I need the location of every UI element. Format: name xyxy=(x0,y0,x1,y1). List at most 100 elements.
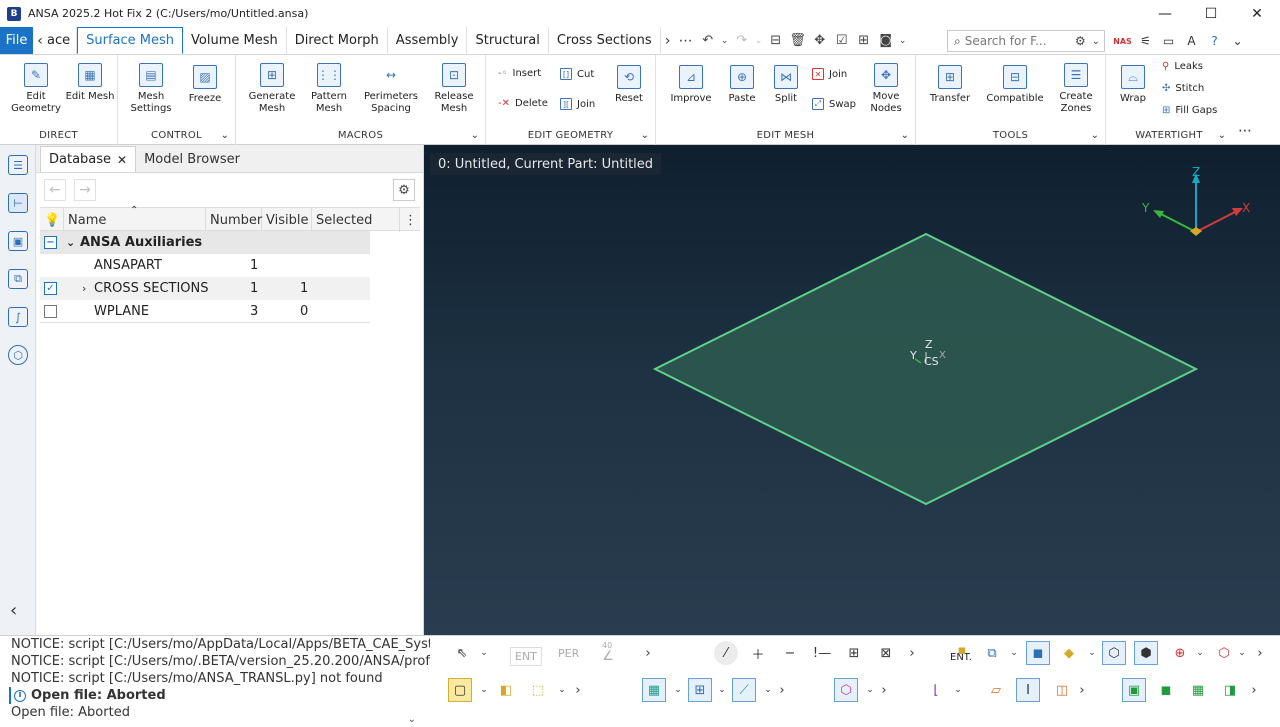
tabs-scroll-right-icon[interactable]: › xyxy=(663,33,673,49)
cut-plane-dropdown-icon[interactable]: ⌄ xyxy=(1188,641,1212,665)
tab-structural[interactable]: Structural xyxy=(467,27,549,54)
back-arrow-icon[interactable]: ← xyxy=(44,179,66,201)
remove-icon[interactable]: − xyxy=(778,641,802,665)
reset-button[interactable]: ⟲ Reset xyxy=(601,65,657,105)
tab-surface-mesh[interactable]: Surface Mesh xyxy=(77,27,184,54)
improve-button[interactable]: ⊿ Improve xyxy=(663,65,719,105)
hexagon-tool-icon[interactable]: ⬡ xyxy=(834,678,858,702)
nastran-deck-icon[interactable]: NAS xyxy=(1112,30,1133,52)
outline-cube-icon[interactable]: ⬢ xyxy=(1134,641,1158,665)
more-arrow-icon[interactable]: › xyxy=(1070,678,1094,702)
column-selected[interactable]: Selected xyxy=(312,208,400,232)
grid-icon[interactable]: ⊞ xyxy=(842,641,866,665)
generate-mesh-button[interactable]: ⊞ Generate Mesh xyxy=(244,63,300,115)
face-stack-icon[interactable]: ◧ xyxy=(494,678,518,702)
freeze-button[interactable]: ▨ Freeze xyxy=(177,65,233,105)
partial-grid-icon[interactable]: ⊠ xyxy=(874,641,898,665)
stack-icon[interactable]: ⧉ xyxy=(8,269,28,289)
macros-expand-icon[interactable]: ⌄ xyxy=(471,130,479,141)
tree-row-cross-sections[interactable]: ✓ › CROSS SECTIONS 1 1 xyxy=(40,277,370,300)
edit-geometry-expand-icon[interactable]: ⌄ xyxy=(641,130,649,141)
settings-sliders-icon[interactable]: ⚟ xyxy=(1135,30,1156,52)
wireframe-cube-icon[interactable]: ⬡ xyxy=(1102,641,1126,665)
tree-row-ansapart[interactable]: ANSAPART 1 xyxy=(40,254,370,277)
search-input[interactable]: ⌕ Search for F... ⚙ ⌄ xyxy=(947,30,1105,52)
expand-chevron-icon[interactable]: ⌄ xyxy=(66,236,75,249)
wrap-button[interactable]: ⌓ Wrap xyxy=(1106,65,1160,105)
cube-dropdown-icon[interactable]: ⌄ xyxy=(1080,641,1104,665)
pattern-mesh-button[interactable]: ⋮⋮ Pattern Mesh xyxy=(301,63,357,115)
transform-icon[interactable]: ⊞ xyxy=(853,33,875,48)
control-expand-icon[interactable]: ⌄ xyxy=(221,130,229,141)
camera-icon[interactable]: ◙ xyxy=(875,33,897,48)
search-dropdown-icon[interactable]: ⌄ xyxy=(1092,36,1100,47)
add-icon[interactable]: ＋ xyxy=(746,641,770,665)
group-checkbox[interactable]: − xyxy=(44,236,57,249)
move-nodes-button[interactable]: ✥ Move Nodes xyxy=(858,63,914,115)
beam-section-icon[interactable]: I xyxy=(1016,678,1040,702)
ent-selector[interactable]: ENT xyxy=(510,647,542,666)
toolbar-more-icon[interactable]: ⌄ xyxy=(1227,30,1248,52)
tab-direct-morph[interactable]: Direct Morph xyxy=(287,27,388,54)
more-arrow-icon[interactable]: › xyxy=(900,641,924,665)
measure-icon[interactable]: ⊟ xyxy=(765,33,787,48)
help-icon[interactable]: ? xyxy=(1204,30,1225,52)
layers-dropdown-icon[interactable]: ⌄ xyxy=(1002,641,1026,665)
bulb-icon[interactable]: 💡 xyxy=(40,208,64,232)
select-face-dropdown-icon[interactable]: ⌄ xyxy=(472,678,496,702)
green-mesh-cube-icon[interactable]: ▦ xyxy=(1186,678,1210,702)
per-selector[interactable]: PER xyxy=(558,647,579,660)
insert-button[interactable]: -◦ Insert xyxy=(498,68,541,79)
minimize-button[interactable]: — xyxy=(1142,0,1188,27)
tab-database[interactable]: Database ✕ xyxy=(40,146,137,172)
tabs-scroll-left-icon[interactable]: ‹ xyxy=(35,33,45,49)
list-view-icon[interactable]: ☰ xyxy=(8,155,28,175)
ribbon-more-icon[interactable]: ⋯ xyxy=(1238,123,1252,139)
join-mesh-button[interactable]: ✕ Join xyxy=(812,68,847,80)
more-arrow-icon[interactable]: › xyxy=(770,678,794,702)
file-menu[interactable]: File xyxy=(0,27,33,54)
select-face-icon[interactable]: ▢ xyxy=(448,678,472,702)
console-scroll-down-icon[interactable]: ⌄ xyxy=(408,714,416,725)
delete-icon[interactable]: 🗑 xyxy=(787,33,809,48)
undo-icon[interactable]: ↶ xyxy=(697,33,719,48)
release-mesh-button[interactable]: ⊡ Release Mesh xyxy=(426,63,482,115)
plane-tool-icon[interactable]: ⏥ xyxy=(984,678,1008,702)
create-zones-button[interactable]: ☰ Create Zones xyxy=(1048,63,1104,115)
edit-geometry-button[interactable]: ✎ Edit Geometry xyxy=(8,63,64,115)
transfer-button[interactable]: ⊞ Transfer xyxy=(922,65,978,105)
undo-dropdown-icon[interactable]: ⌄ xyxy=(719,36,731,46)
mesh-grid-icon[interactable]: ▦ xyxy=(642,678,666,702)
entity-icon[interactable]: ▪ xyxy=(950,638,974,662)
font-icon[interactable]: A xyxy=(1181,30,1202,52)
angle-icon[interactable]: ∠ xyxy=(596,644,620,668)
check-icon[interactable]: ☑ xyxy=(831,33,853,48)
stitch-button[interactable]: ✣ Stitch xyxy=(1162,83,1204,94)
row-checkbox[interactable]: ✓ xyxy=(44,282,57,295)
more-arrow-icon[interactable]: › xyxy=(566,678,590,702)
curve-icon[interactable]: ∫ xyxy=(8,307,28,327)
line-edit-icon[interactable]: ⟋ xyxy=(732,678,756,702)
column-visible[interactable]: Visible xyxy=(262,208,312,232)
tab-assembly[interactable]: Assembly xyxy=(388,27,468,54)
tree-row-ansa-auxiliaries[interactable]: − ⌄ ANSA Auxiliaries xyxy=(40,231,370,254)
delete-button[interactable]: -✕ Delete xyxy=(498,98,548,109)
tab-interface[interactable]: ace xyxy=(45,27,78,54)
mesh-settings-button[interactable]: ▤ Mesh Settings xyxy=(123,63,179,115)
more-arrow-icon[interactable]: › xyxy=(1248,641,1272,665)
maximize-button[interactable]: ☐ xyxy=(1188,0,1234,27)
pointer-dropdown-icon[interactable]: ⌄ xyxy=(472,641,496,665)
forward-arrow-icon[interactable]: → xyxy=(74,179,96,201)
hexagon-icon[interactable]: ⬡ xyxy=(8,345,28,365)
mesh-grid-dropdown-icon[interactable]: ⌄ xyxy=(666,678,690,702)
shaded-cube-icon[interactable]: ◼ xyxy=(1026,641,1050,665)
swap-button[interactable]: ⤢ Swap xyxy=(812,98,856,110)
tab-cross-sections[interactable]: Cross Sections xyxy=(549,27,661,54)
green-cube-selected-icon[interactable]: ▣ xyxy=(1122,678,1146,702)
edit-mesh-button[interactable]: ▦ Edit Mesh xyxy=(62,63,118,103)
more-arrow-icon[interactable]: › xyxy=(1242,678,1266,702)
search-settings-icon[interactable]: ⚙ xyxy=(1075,34,1086,48)
camera-dropdown-icon[interactable]: ⌄ xyxy=(897,36,909,46)
close-tab-icon[interactable]: ✕ xyxy=(117,153,127,167)
curve-tool-icon[interactable]: ⌊ xyxy=(924,678,948,702)
